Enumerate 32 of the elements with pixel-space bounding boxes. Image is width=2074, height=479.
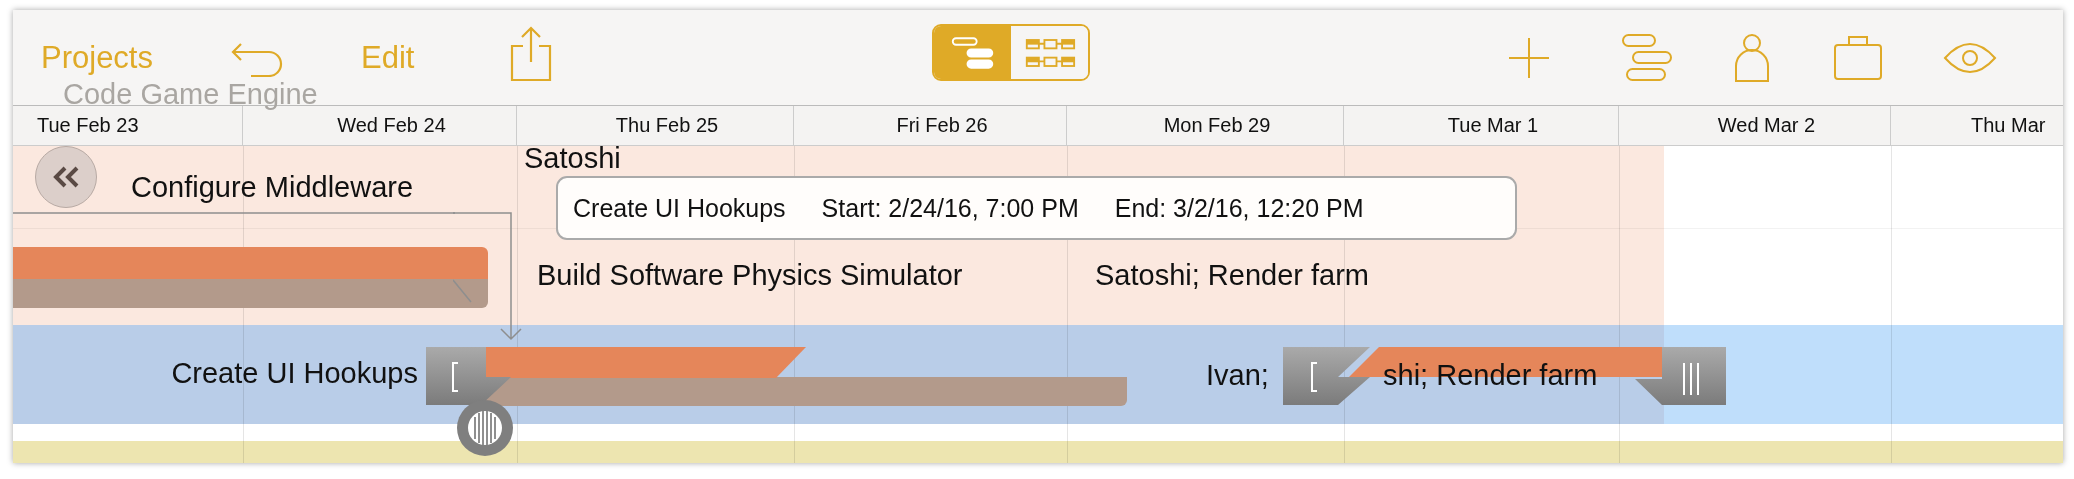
drag-handle[interactable] [456, 399, 514, 457]
toolbar-button[interactable]: Projects [41, 39, 153, 76]
person-icon[interactable] [1733, 32, 1772, 83]
date-label: Fri Feb 26 [896, 114, 988, 137]
start-handle[interactable] [426, 347, 511, 405]
add-icon[interactable] [1507, 35, 1552, 80]
task-name: Create UI Hookups [171, 358, 418, 388]
date-label: Tue Mar 1 [1447, 114, 1539, 137]
task-name: Build Software Physics Simulator [537, 260, 963, 289]
gantt-bars-icon[interactable] [1621, 32, 1674, 83]
task-bar[interactable] [13, 247, 488, 308]
date-label: Thu Mar [1971, 114, 2046, 137]
date-label: Wed Mar 2 [1717, 114, 1816, 137]
date-label: Thu Feb 25 [615, 114, 719, 137]
undo-icon[interactable] [231, 40, 285, 77]
toolbar-button[interactable]: Edit [361, 39, 415, 76]
share-icon[interactable] [510, 25, 553, 82]
date-label: Mon Feb 29 [1163, 114, 1271, 137]
project-title: Code Game Engine [63, 78, 318, 111]
start-handle[interactable] [1283, 347, 1370, 405]
date-label: Wed Feb 24 [337, 114, 446, 137]
task-name: Configure Middleware [131, 172, 414, 202]
tooltip-end: End: 3/2/16, 12:20 PM [1114, 193, 1364, 223]
resource-label: Satoshi; Render farm [1095, 260, 1369, 289]
tooltip-start: Start: 2/24/16, 7:00 PM [821, 193, 1079, 223]
date-label: Tue Feb 23 [37, 114, 139, 137]
briefcase-icon[interactable] [1833, 34, 1884, 81]
resource-label: Ivan; [1206, 360, 1269, 390]
view-tab[interactable] [934, 26, 1012, 79]
tooltip-task-name: Create UI Hookups [573, 193, 786, 223]
double-chevron-icon [51, 165, 81, 189]
resource-label: Satoshi [524, 143, 621, 173]
